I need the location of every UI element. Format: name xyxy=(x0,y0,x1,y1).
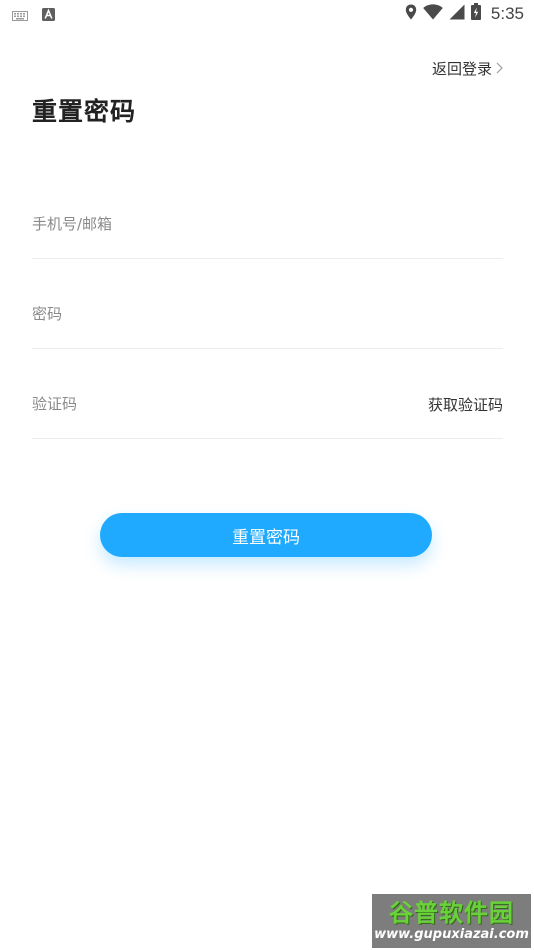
watermark-logo: 谷普软件园 xyxy=(389,899,514,927)
keyboard-icon xyxy=(12,6,28,25)
page-title: 重置密码 xyxy=(32,97,137,126)
get-code-button[interactable]: 获取验证码 xyxy=(428,394,503,415)
status-bar: 5:35 xyxy=(0,0,534,28)
wifi-icon xyxy=(423,3,443,24)
reset-password-button[interactable]: 重置密码 xyxy=(100,513,432,557)
back-to-login-link[interactable]: 返回登录 xyxy=(432,58,503,79)
phone-email-field xyxy=(32,198,503,259)
status-bar-right: 5:35 xyxy=(405,3,524,24)
password-input[interactable] xyxy=(32,300,392,328)
location-icon xyxy=(405,4,417,24)
font-a-icon xyxy=(42,6,55,25)
chevron-right-icon xyxy=(496,59,503,78)
battery-icon xyxy=(470,3,481,24)
verification-code-field: 获取验证码 xyxy=(32,378,503,439)
back-to-login-label: 返回登录 xyxy=(431,60,492,78)
verification-code-input[interactable] xyxy=(32,390,392,418)
password-field xyxy=(32,288,503,349)
signal-icon xyxy=(449,4,465,24)
watermark: 谷普软件园 www.gupuxiazai.com xyxy=(372,894,531,948)
status-time: 5:35 xyxy=(490,3,524,23)
reset-password-screen: 5:35 返回登录 重置密码 获取验证码 重置密码 谷普软件园 www.gupu… xyxy=(0,0,534,950)
status-bar-left xyxy=(12,6,55,25)
watermark-url: www.gupuxiazai.com xyxy=(374,927,529,942)
phone-email-input[interactable] xyxy=(32,210,392,238)
